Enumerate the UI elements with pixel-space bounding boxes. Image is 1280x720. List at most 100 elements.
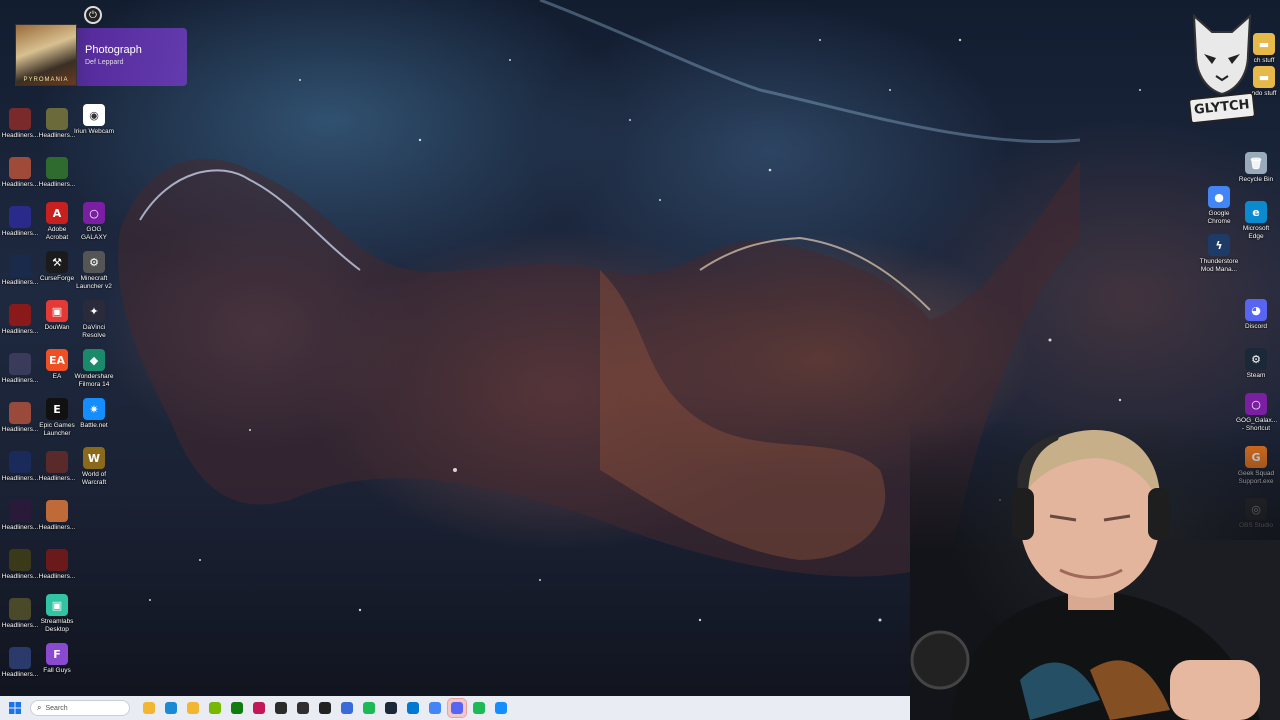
taskbar-app2-icon[interactable] [404, 699, 422, 717]
taskbar-xbox-icon[interactable] [228, 699, 246, 717]
windows-icon [9, 702, 21, 714]
app-icon: ⚙ [83, 251, 105, 273]
desktop-icon[interactable]: ○ GOG GALAXY [76, 202, 112, 241]
taskbar-steam-icon[interactable] [382, 699, 400, 717]
desktop-icon-label: GOG GALAXY [80, 226, 107, 241]
desktop-icon[interactable]: Headliners... [39, 108, 75, 140]
desktop-icon[interactable]: F Fall Guys [39, 643, 75, 675]
app-icon [9, 206, 31, 228]
desktop-icon[interactable]: ● Google Chrome [1201, 186, 1237, 225]
desktop-icon-label: Headliners... [1, 181, 39, 188]
desktop-icon-label: EA [52, 373, 62, 380]
desktop-icon[interactable]: ◆ Wondershare Filmora 14 [75, 349, 113, 388]
glytch-logo: GLYTCH [1188, 13, 1256, 126]
power-icon[interactable]: ⏻ [84, 6, 102, 24]
app-icon: ▬ [1253, 66, 1275, 88]
desktop-icon[interactable]: Headliners... [2, 647, 38, 679]
desktop-icon[interactable]: 🗑 Recycle Bin [1238, 152, 1274, 184]
desktop-icon[interactable]: ✦ DaVinci Resolve [76, 300, 112, 339]
desktop-icon[interactable]: Headliners... [39, 549, 75, 581]
app-icon: ▬ [1253, 33, 1275, 55]
app-icon: ○ [83, 202, 105, 224]
taskbar-nvidia-icon[interactable] [206, 699, 224, 717]
taskbar-chrome-icon[interactable] [426, 699, 444, 717]
app-icon: ϟ [1208, 234, 1230, 256]
album-art-text: PYROMANIA [23, 77, 69, 83]
desktop-icon[interactable]: e Microsoft Edge [1238, 201, 1274, 240]
desktop-icon[interactable]: Headliners... [2, 206, 38, 238]
desktop-icon-label: World of Warcraft [81, 471, 107, 486]
desktop-icon[interactable]: ⚙ Minecraft Launcher v2 [76, 251, 112, 290]
taskbar-folder-icon[interactable] [184, 699, 202, 717]
webcam-overlay [910, 420, 1280, 720]
taskbar-media-icon[interactable] [250, 699, 268, 717]
app-icon [9, 157, 31, 179]
taskbar-battlenet-icon[interactable] [492, 699, 510, 717]
desktop-icon[interactable]: ▣ Streamlabs Desktop [39, 594, 75, 633]
desktop-icon[interactable]: Headliners... [2, 304, 38, 336]
desktop-icon[interactable]: ◉ Iriun Webcam [74, 104, 114, 136]
desktop-icon-label: Recycle Bin [1238, 176, 1274, 183]
taskbar-file-explorer-icon[interactable] [140, 699, 158, 717]
desktop-icon-label: Headliners... [1, 426, 39, 433]
desktop-icon-label: Headliners... [38, 132, 76, 139]
app-icon [9, 451, 31, 473]
app-icon: ▣ [46, 594, 68, 616]
app-icon: 🗑 [1245, 152, 1267, 174]
desktop-icon[interactable]: E Epic Games Launcher [39, 398, 75, 437]
app-icon: ● [1208, 186, 1230, 208]
desktop-icon[interactable]: Headliners... [2, 157, 38, 189]
desktop-icon-label: Headliners... [1, 279, 39, 286]
app-icon: ✷ [83, 398, 105, 420]
desktop-icon[interactable]: Headliners... [2, 549, 38, 581]
start-button[interactable] [4, 696, 26, 720]
desktop-icon[interactable]: ⚙ Steam [1238, 348, 1274, 380]
desktop-icon[interactable]: A Adobe Acrobat [39, 202, 75, 241]
desktop-icon[interactable]: Headliners... [2, 108, 38, 140]
desktop-icon[interactable]: ▣ DouWan [39, 300, 75, 332]
desktop-icon[interactable]: ◕ Discord [1238, 299, 1274, 331]
desktop-icon[interactable]: W World of Warcraft [76, 447, 112, 486]
desktop-icon-label: Headliners... [1, 328, 39, 335]
taskbar-epic-icon[interactable] [316, 699, 334, 717]
taskbar: ⌕ Search [0, 696, 910, 720]
desktop-icon[interactable]: Headliners... [39, 500, 75, 532]
desktop-icon[interactable]: ϟ Thunderstore Mod Mana... [1200, 234, 1238, 273]
desktop-icon-label: Headliners... [1, 475, 39, 482]
desktop-icon-label: Headliners... [1, 377, 39, 384]
app-icon: EA [46, 349, 68, 371]
desktop-icon[interactable]: ⚒ CurseForge [39, 251, 75, 283]
taskbar-search[interactable]: ⌕ Search [30, 700, 130, 716]
taskbar-edge-icon[interactable] [162, 699, 180, 717]
app-icon: E [46, 398, 68, 420]
desktop-icon[interactable]: Headliners... [2, 402, 38, 434]
taskbar-spotify2-icon[interactable] [470, 699, 488, 717]
desktop-icon[interactable]: Headliners... [2, 451, 38, 483]
desktop-icon[interactable]: EA EA [39, 349, 75, 381]
desktop-icon-label: DouWan [44, 324, 70, 331]
desktop-icon[interactable]: ✷ Battle.net [76, 398, 112, 430]
app-icon [9, 108, 31, 130]
desktop-icon[interactable]: Headliners... [39, 451, 75, 483]
now-playing-notification[interactable]: PYROMANIA Photograph Def Leppard [15, 24, 187, 86]
app-icon: ◕ [1245, 299, 1267, 321]
app-icon [46, 451, 68, 473]
taskbar-app-icon[interactable] [338, 699, 356, 717]
app-icon: ○ [1245, 393, 1267, 415]
desktop-icon[interactable]: Headliners... [2, 500, 38, 532]
app-icon [46, 549, 68, 571]
taskbar-terminal-icon[interactable] [272, 699, 290, 717]
desktop-icon[interactable]: Headliners... [2, 255, 38, 287]
desktop-icon-label: DaVinci Resolve [82, 324, 106, 339]
desktop-icon[interactable]: Headliners... [39, 157, 75, 189]
desktop-icon-label: Google Chrome [1207, 210, 1231, 225]
taskbar-discord-icon[interactable] [447, 698, 467, 718]
desktop-icon[interactable]: Headliners... [2, 598, 38, 630]
desktop-icon[interactable]: Headliners... [2, 353, 38, 385]
app-icon [9, 549, 31, 571]
taskbar-obs-icon[interactable] [294, 699, 312, 717]
desktop-icon-label: Adobe Acrobat [45, 226, 69, 241]
desktop-icon-label: CurseForge [39, 275, 75, 282]
desktop-icon-label: Minecraft Launcher v2 [76, 275, 112, 290]
taskbar-spotify-icon[interactable] [360, 699, 378, 717]
